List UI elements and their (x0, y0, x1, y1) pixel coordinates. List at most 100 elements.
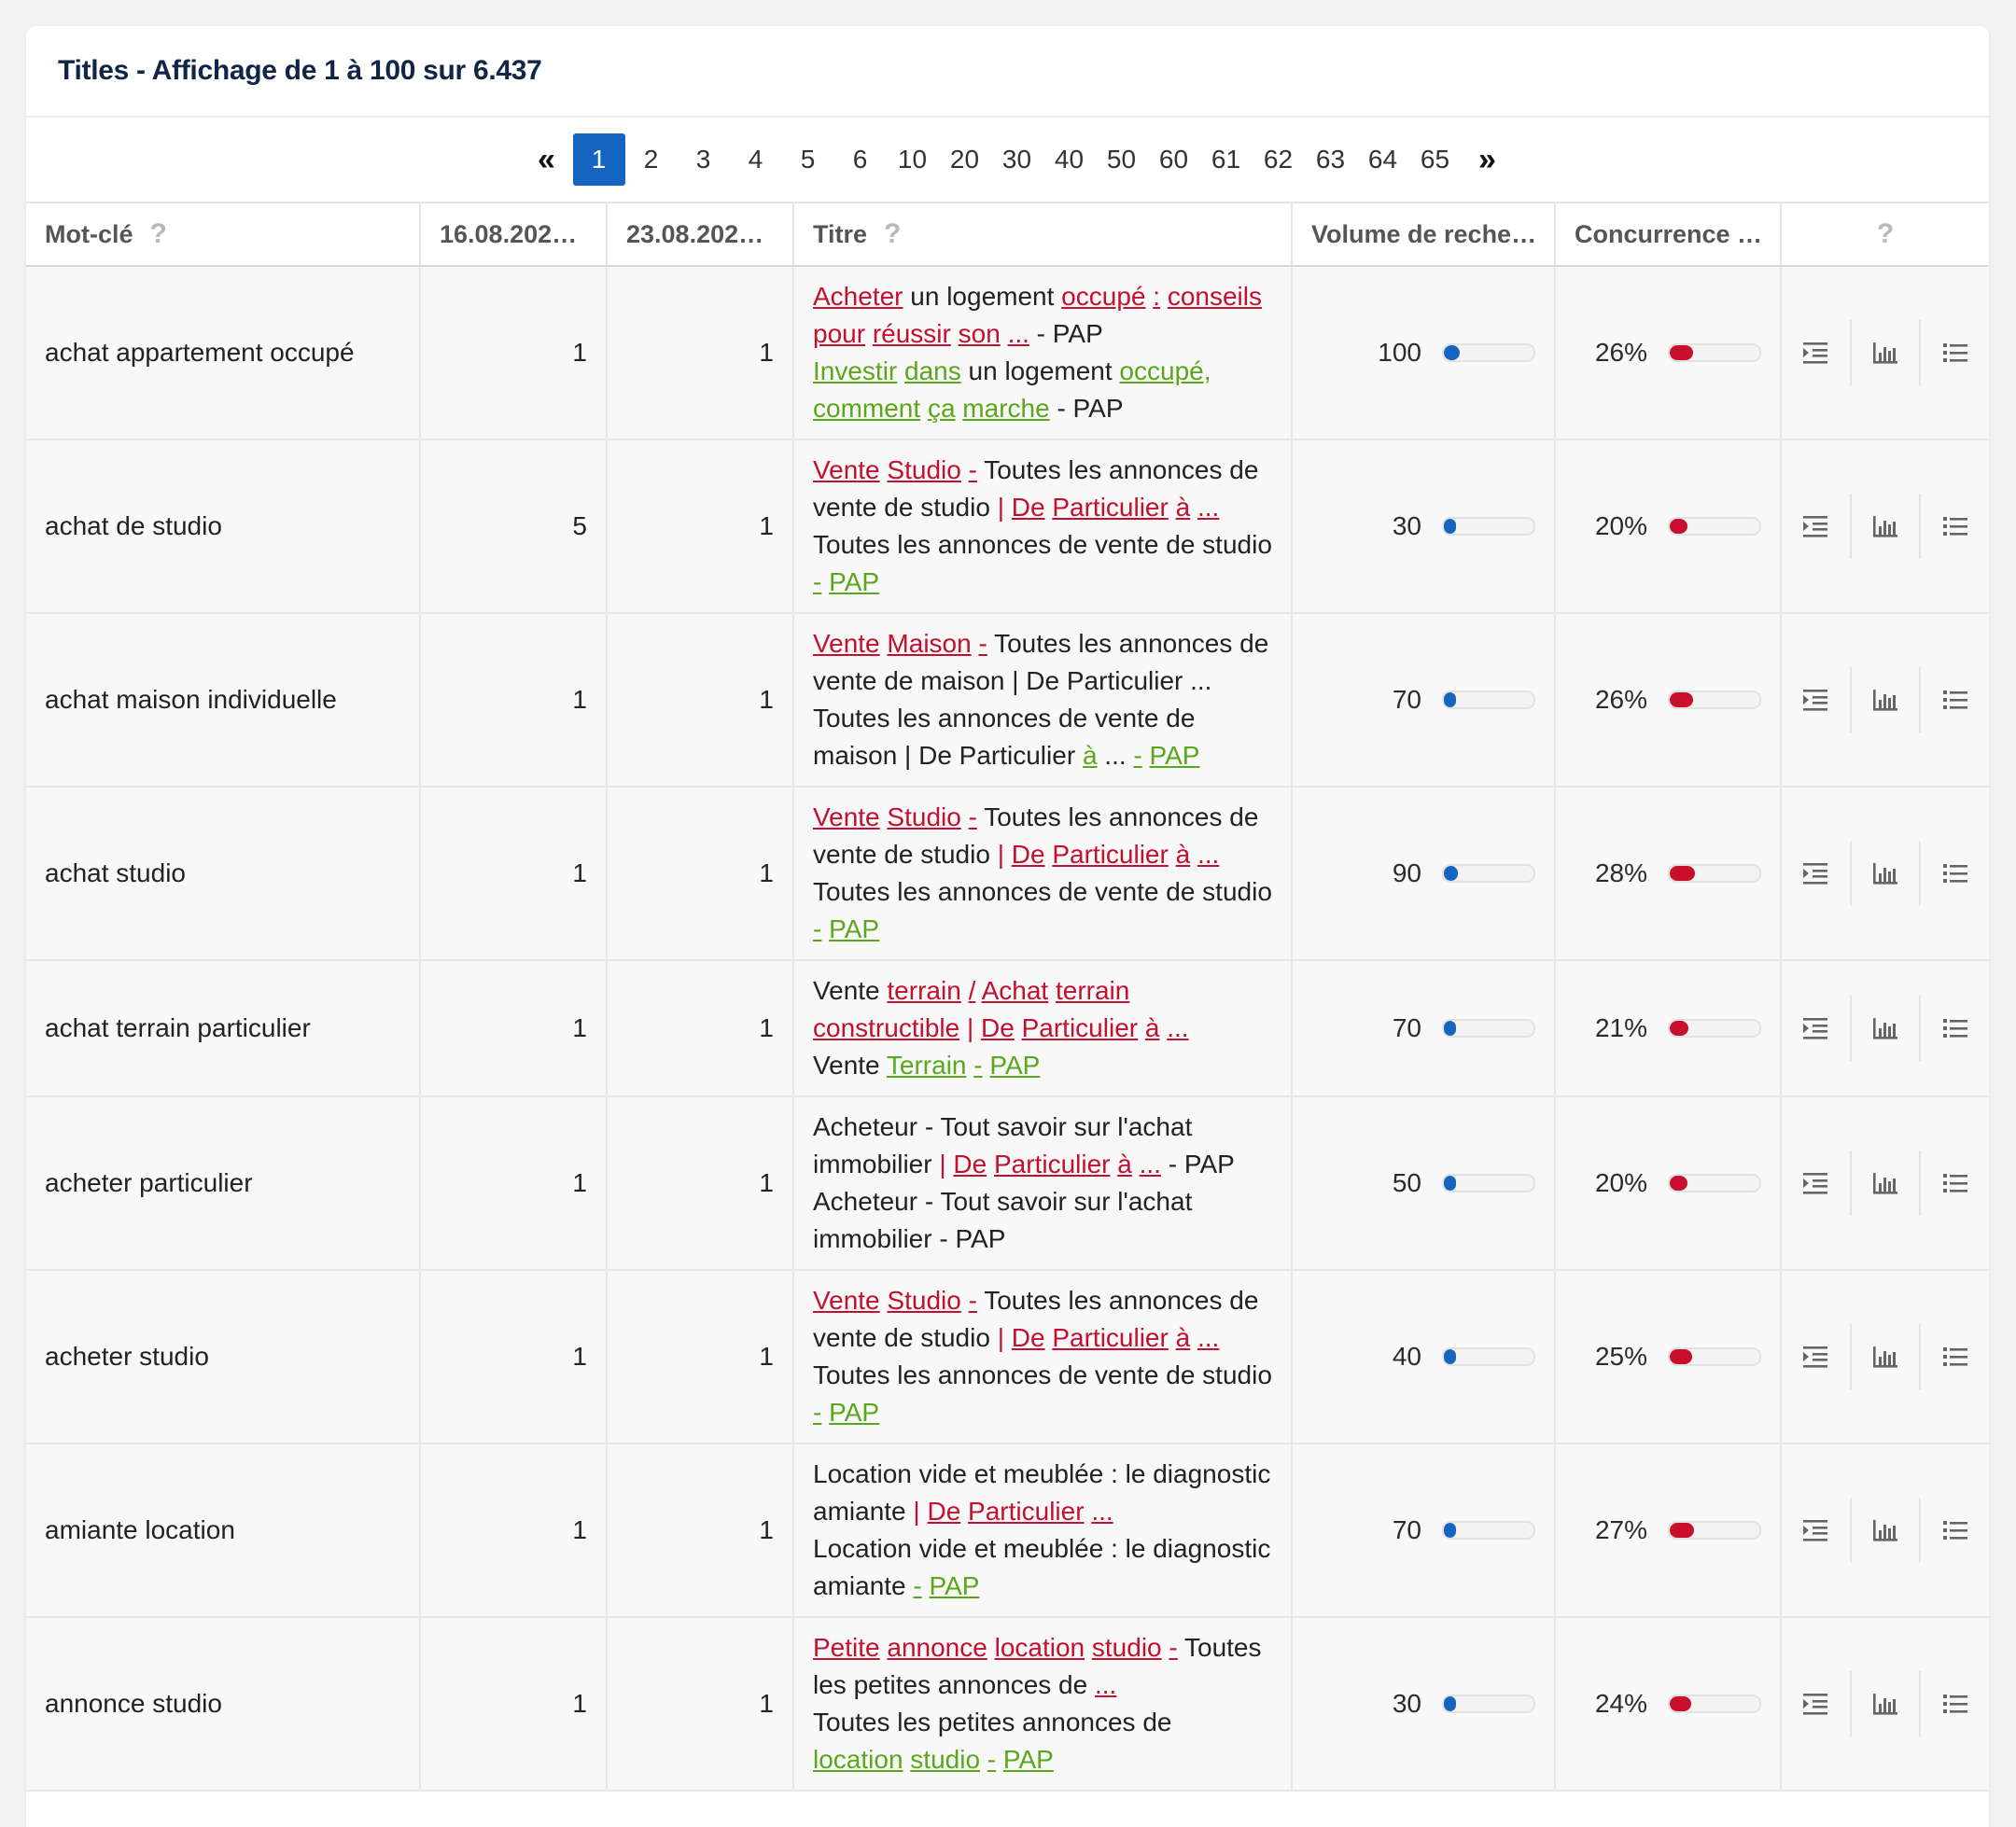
actions-cell (1781, 1270, 1989, 1444)
competition-cell: 21% (1555, 960, 1782, 1097)
keyword-cell[interactable]: achat studio (26, 787, 421, 961)
page-30-button[interactable]: 30 (991, 133, 1043, 186)
col-date1-header[interactable]: 16.08.202… (420, 203, 608, 267)
bar-chart-icon[interactable] (1852, 1324, 1922, 1389)
page-60-button[interactable]: 60 (1148, 133, 1200, 186)
title-cell: Vente Studio - Toutes les annonces de ven… (793, 787, 1293, 961)
page-2-button[interactable]: 2 (625, 133, 678, 186)
bar-chart-icon[interactable] (1852, 320, 1922, 385)
rank-date2-cell: 1 (607, 1617, 794, 1792)
keyword-cell[interactable]: achat terrain particulier (26, 960, 421, 1097)
page-4-button[interactable]: 4 (730, 133, 782, 186)
question-mark-icon[interactable]: ? (1877, 218, 1894, 249)
col-title-header[interactable]: Titre? (793, 203, 1293, 267)
volume-bar-fill (1444, 1021, 1457, 1036)
page-64-button[interactable]: 64 (1357, 133, 1409, 186)
table-row[interactable]: achat de studio 5 1 Vente Studio - Toutes l… (26, 439, 1989, 614)
keyword-cell[interactable]: achat de studio (26, 439, 421, 614)
table-row[interactable]: amiante location 1 1 Location vide et meubl… (26, 1443, 1989, 1618)
rank-date2-cell: 1 (607, 960, 794, 1097)
volume-bar (1442, 1019, 1535, 1038)
indent-list-icon[interactable] (1782, 494, 1852, 559)
table-row[interactable]: achat studio 1 1 Vente Studio - Toutes les … (26, 787, 1989, 961)
bar-chart-icon[interactable] (1852, 1671, 1922, 1736)
competition-cell: 25% (1555, 1270, 1782, 1444)
bar-chart-icon[interactable] (1852, 667, 1922, 732)
indent-list-icon[interactable] (1782, 996, 1852, 1061)
page-61-button[interactable]: 61 (1200, 133, 1253, 186)
actions-cell (1781, 1096, 1989, 1271)
page-3-button[interactable]: 3 (678, 133, 730, 186)
bullet-list-icon[interactable] (1921, 667, 1989, 732)
indent-list-icon[interactable] (1782, 667, 1852, 732)
indent-list-icon[interactable] (1782, 1498, 1852, 1563)
volume-cell: 70 (1292, 1443, 1556, 1618)
indent-list-icon[interactable] (1782, 1324, 1852, 1389)
indent-list-icon[interactable] (1782, 1671, 1852, 1736)
page-5-button[interactable]: 5 (782, 133, 834, 186)
keyword-cell[interactable]: achat maison individuelle (26, 613, 421, 788)
bullet-list-icon[interactable] (1921, 1151, 1989, 1216)
keyword-cell[interactable]: acheter studio (26, 1270, 421, 1444)
table-row[interactable]: achat maison individuelle 1 1 Vente Maison … (26, 613, 1989, 788)
bar-chart-icon[interactable] (1852, 1498, 1922, 1563)
bullet-list-icon[interactable] (1921, 1324, 1989, 1389)
rank-date2-cell: 1 (607, 1443, 794, 1618)
volume-value: 100 (1378, 338, 1421, 367)
col-actions-header: ? (1781, 203, 1989, 267)
col-keyword-header[interactable]: Mot-clé? (26, 203, 421, 267)
table-row[interactable]: achat terrain particulier 1 1 Vente terrain… (26, 960, 1989, 1097)
bullet-list-icon[interactable] (1921, 841, 1989, 906)
volume-cell: 70 (1292, 613, 1556, 788)
table-row[interactable]: annonce studio 1 1 Petite annonce location … (26, 1617, 1989, 1792)
rank-date1-cell: 1 (420, 787, 608, 961)
page-62-button[interactable]: 62 (1253, 133, 1305, 186)
bar-chart-icon[interactable] (1852, 1151, 1922, 1216)
table-row[interactable]: acheter particulier 1 1 Acheteur - Tout sav… (26, 1096, 1989, 1271)
bullet-list-icon[interactable] (1921, 320, 1989, 385)
col-keyword-label: Mot-clé (45, 220, 133, 248)
col-competition-header[interactable]: Concurrence … (1555, 203, 1782, 267)
indent-list-icon[interactable] (1782, 1151, 1852, 1216)
bar-chart-icon[interactable] (1852, 494, 1922, 559)
volume-bar (1442, 343, 1535, 362)
col-date2-header[interactable]: 23.08.202… (607, 203, 794, 267)
page-50-button[interactable]: 50 (1096, 133, 1148, 186)
panel-title: Titles - Affichage de 1 à 100 sur 6.437 (58, 55, 542, 86)
competition-bar (1668, 343, 1761, 362)
first-page-button[interactable]: « (521, 133, 573, 186)
bar-chart-icon[interactable] (1852, 841, 1922, 906)
volume-value: 70 (1392, 685, 1421, 714)
table-row[interactable]: acheter studio 1 1 Vente Studio - Toutes le… (26, 1270, 1989, 1444)
bar-chart-icon[interactable] (1852, 996, 1922, 1061)
page-40-button[interactable]: 40 (1043, 133, 1096, 186)
last-page-button[interactable]: » (1462, 133, 1514, 186)
volume-bar (1442, 1347, 1535, 1366)
keyword-cell[interactable]: achat appartement occupé (26, 266, 421, 440)
table-row[interactable]: achat appartement occupé 1 1 Acheter un log… (26, 266, 1989, 440)
indent-list-icon[interactable] (1782, 841, 1852, 906)
page-1-button[interactable]: 1 (572, 133, 625, 186)
question-mark-icon[interactable]: ? (150, 218, 167, 249)
volume-bar-fill (1444, 1696, 1457, 1711)
panel-header: Titles - Affichage de 1 à 100 sur 6.437 (26, 26, 1989, 118)
col-volume-header[interactable]: Volume de reche… (1292, 203, 1556, 267)
page-20-button[interactable]: 20 (939, 133, 991, 186)
page-63-button[interactable]: 63 (1305, 133, 1357, 186)
page-6-button[interactable]: 6 (834, 133, 887, 186)
page-65-button[interactable]: 65 (1409, 133, 1462, 186)
competition-bar-fill (1670, 1021, 1689, 1036)
competition-cell: 24% (1555, 1617, 1782, 1792)
keyword-cell[interactable]: annonce studio (26, 1617, 421, 1792)
page-10-button[interactable]: 10 (887, 133, 939, 186)
question-mark-icon[interactable]: ? (884, 218, 901, 249)
bullet-list-icon[interactable] (1921, 996, 1989, 1061)
bullet-list-icon[interactable] (1921, 494, 1989, 559)
keyword-cell[interactable]: amiante location (26, 1443, 421, 1618)
indent-list-icon[interactable] (1782, 320, 1852, 385)
bullet-list-icon[interactable] (1921, 1671, 1989, 1736)
title-cell: Acheteur - Tout savoir sur l'achat immobi… (793, 1096, 1293, 1271)
keyword-cell[interactable]: acheter particulier (26, 1096, 421, 1271)
bullet-list-icon[interactable] (1921, 1498, 1989, 1563)
actions-cell (1781, 787, 1989, 961)
